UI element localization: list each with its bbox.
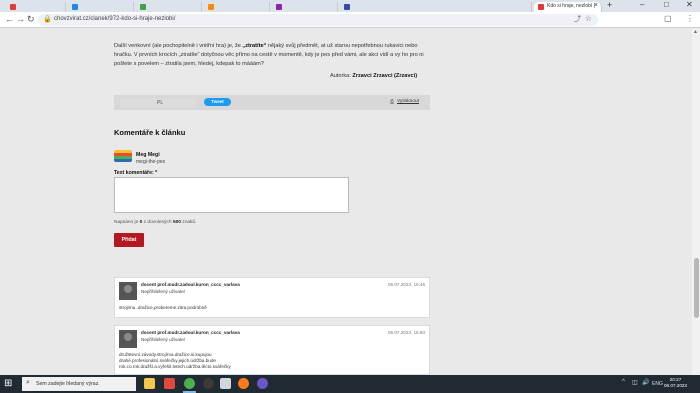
comment-author: docent prof.mudr.zadoul.kuron_cccc_varla…	[141, 330, 240, 335]
comment-role: Nepřihlášený uživatel	[141, 289, 185, 294]
share-bar: PL Tweet ⎙ Vytisknout	[114, 95, 430, 110]
commenter-avatar	[119, 330, 137, 348]
reload-icon[interactable]: ↻	[27, 14, 35, 25]
tweet-button[interactable]: Tweet	[204, 98, 231, 106]
like-count: PL	[157, 100, 164, 106]
current-user-name: Meg Megi	[136, 152, 160, 158]
browser-tab[interactable]	[68, 2, 134, 12]
commenter-avatar	[119, 282, 137, 300]
chars-suffix: znaků.	[180, 220, 197, 225]
article-paragraph: Další venkovní (ale pochopitelně i vnitř…	[114, 42, 430, 69]
volume-icon[interactable]: 🔊	[642, 379, 649, 386]
clock-date: 06.07.2023	[664, 383, 687, 388]
app-doc-icon[interactable]	[220, 378, 231, 389]
article-bold-text: „ztratíte“	[242, 43, 267, 49]
user-avatar	[114, 150, 132, 162]
tab-strip: Kdo si hraje, nezlobí | × + – □ ✕	[0, 0, 700, 12]
maximize-button[interactable]: □	[664, 0, 669, 9]
windows-start-icon[interactable]: ⊞	[4, 379, 12, 389]
tab-favicon-icon	[208, 4, 214, 10]
comment-item: docent prof.mudr.zadoul.kuron_cccc_varla…	[114, 277, 430, 318]
browser-tab[interactable]	[204, 2, 270, 12]
bookmark-star-icon[interactable]: ☆	[585, 14, 592, 23]
comment-textarea[interactable]	[114, 177, 349, 213]
comment-date: 06.07.2023, 16:45	[387, 282, 425, 287]
facebook-like-widget[interactable]: PL	[120, 98, 196, 107]
search-icon: ⌕	[26, 379, 30, 386]
tab-favicon-icon	[344, 4, 350, 10]
article-text: Další venkovní (ale pochopitelně i vnitř…	[114, 43, 243, 49]
comment-text: družstevní.závody.strojírna.dražice.si.k…	[119, 352, 231, 370]
minimize-button[interactable]: –	[640, 0, 644, 9]
scrollbar-thumb[interactable]	[694, 258, 699, 318]
comment-role: Nepřihlášený uživatel	[141, 337, 185, 342]
submit-label: Přidat	[121, 237, 137, 243]
comment-date: 06.07.2023, 15:50	[387, 330, 425, 335]
back-icon[interactable]: ←	[5, 14, 14, 24]
browser-tab-active[interactable]: Kdo si hraje, nezlobí | ×	[534, 2, 602, 12]
windows-taskbar: ⊞ ⌕ Sem zadejte hledaný výraz. ^ ◫ 🔊 ENG…	[0, 375, 700, 393]
comment-item: docent prof.mudr.zadoul.kuron_cccc_varla…	[114, 325, 430, 375]
file-explorer-icon[interactable]	[144, 378, 155, 389]
menu-icon[interactable]: ⋮	[686, 14, 694, 23]
comment-text: strojirnu..dražice,probereme.zitra.podro…	[119, 305, 207, 310]
browser-tab[interactable]	[6, 2, 66, 12]
network-icon[interactable]: ◫	[632, 379, 638, 386]
tab-search-icon[interactable]: ▢	[664, 14, 672, 23]
chars-max: 500	[172, 220, 181, 225]
scroll-up-icon[interactable]: ▲	[693, 29, 698, 35]
app-purple-icon[interactable]	[257, 378, 268, 389]
close-window-button[interactable]: ✕	[686, 0, 693, 9]
browser-tab[interactable]	[136, 2, 202, 12]
address-bar[interactable]: 🔒 chovzvirat.cz/clanek/972-kdo-si-hraje-…	[38, 14, 598, 26]
print-link[interactable]: Vytisknout	[397, 99, 419, 104]
tab-favicon-icon	[10, 4, 16, 10]
browser-tab[interactable]	[272, 2, 338, 12]
tab-favicon-icon	[72, 4, 78, 10]
author-label: Autorka:	[330, 73, 353, 79]
app-red-icon[interactable]	[164, 378, 175, 389]
page-scrollbar[interactable]	[692, 29, 700, 375]
chars-prefix: Napsáno je	[114, 220, 140, 225]
print-icon[interactable]: ⎙	[390, 99, 394, 105]
tab-favicon-icon	[538, 4, 544, 10]
language-indicator[interactable]: ENG	[652, 381, 663, 387]
tweet-label: Tweet	[211, 99, 224, 104]
taskbar-clock[interactable]: 20:27 06.07.2023	[664, 377, 687, 389]
taskbar-search[interactable]: ⌕ Sem zadejte hledaný výraz.	[22, 377, 136, 391]
search-placeholder: Sem zadejte hledaný výraz.	[36, 381, 100, 387]
new-tab-button[interactable]: +	[607, 0, 612, 10]
comment-author: docent prof.mudr.zadoul.kuron_cccc_varla…	[141, 282, 240, 287]
current-user-handle: megi-the-pes	[136, 159, 166, 165]
tab-favicon-icon	[140, 4, 146, 10]
forward-icon[interactable]: →	[16, 14, 25, 24]
article-author: Autorka: Zrzavci Zrzavci (Zrzavci)	[330, 73, 417, 79]
submit-comment-button[interactable]: Přidat	[114, 233, 144, 247]
tab-title: Kdo si hraje, nezlobí |	[547, 3, 595, 9]
tray-chevron-icon[interactable]: ^	[622, 379, 625, 385]
char-counter: Napsáno je 0 z dovolených 500 znaků.	[114, 220, 196, 225]
chrome-icon[interactable]	[184, 378, 195, 389]
browser-tab[interactable]	[340, 2, 532, 12]
share-icon[interactable]: ⤴	[574, 14, 581, 24]
lock-icon: 🔒	[43, 16, 52, 23]
firefox-icon[interactable]	[238, 378, 249, 389]
tab-favicon-icon	[276, 4, 282, 10]
app-dark-icon[interactable]	[203, 378, 214, 389]
chars-middle: z dovolených	[142, 220, 173, 225]
web-page	[0, 29, 700, 375]
comments-heading: Komentáře k článku	[114, 128, 186, 137]
comment-field-label: Text komentáře: *	[114, 170, 158, 176]
browser-toolbar: ← → ↻ 🔒 chovzvirat.cz/clanek/972-kdo-si-…	[0, 12, 700, 28]
close-tab-icon[interactable]: ×	[594, 2, 598, 9]
author-name[interactable]: Zrzavci Zrzavci (Zrzavci)	[352, 73, 417, 79]
url-text[interactable]: chovzvirat.cz/clanek/972-kdo-si-hraje-ne…	[54, 16, 175, 22]
